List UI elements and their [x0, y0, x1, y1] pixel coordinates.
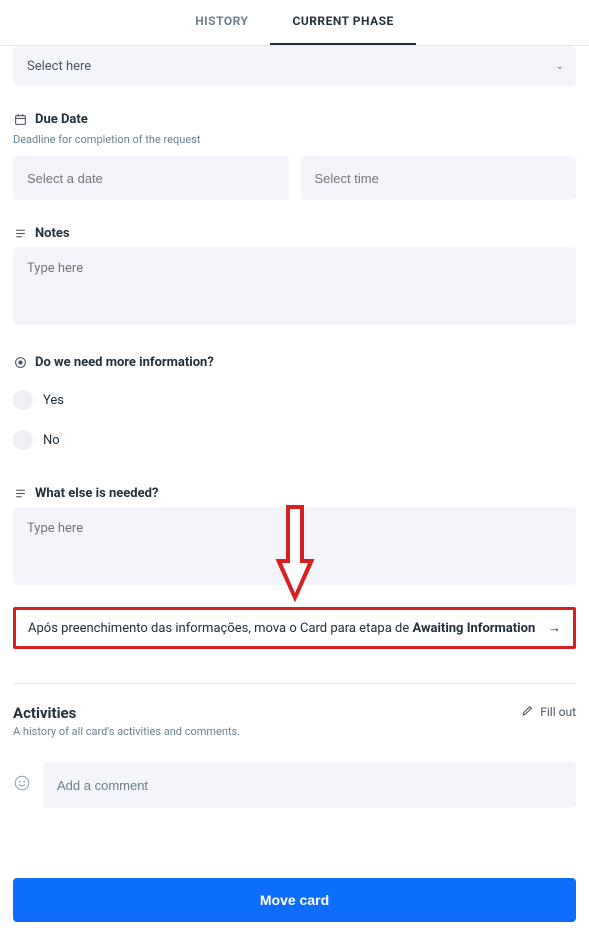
select-placeholder: Select here — [27, 59, 91, 74]
activities-section: Activities A history of all card's activ… — [13, 683, 576, 808]
callout-text: Após preenchimento das informações, mova… — [28, 621, 535, 636]
due-date-field: Due Date Deadline for completion of the … — [13, 112, 576, 200]
radio-no[interactable]: No — [13, 420, 576, 460]
due-date-desc: Deadline for completion of the request — [13, 133, 576, 146]
notes-icon — [13, 227, 27, 241]
arrow-right-icon: → — [548, 620, 561, 636]
radio-circle-icon — [13, 390, 33, 410]
chevron-down-icon: ⌄ — [556, 61, 564, 72]
pencil-icon — [521, 704, 534, 720]
notes-field: Notes — [13, 226, 576, 329]
text-icon — [13, 487, 27, 501]
fill-out-button[interactable]: Fill out — [521, 704, 576, 720]
radio-yes[interactable]: Yes — [13, 380, 576, 420]
smile-icon — [13, 774, 31, 796]
tab-current-phase[interactable]: CURRENT PHASE — [270, 0, 415, 45]
notes-input[interactable] — [13, 247, 576, 325]
annotation-arrow-icon — [273, 502, 317, 606]
activities-subtitle: A history of all card's activities and c… — [13, 725, 240, 738]
move-callout[interactable]: Após preenchimento das informações, mova… — [13, 607, 576, 649]
what-else-label: What else is needed? — [35, 486, 158, 501]
more-info-field: Do we need more information? Yes No — [13, 355, 576, 460]
tab-history[interactable]: HISTORY — [173, 0, 270, 45]
more-info-label: Do we need more information? — [35, 355, 214, 370]
move-card-button[interactable]: Move card — [13, 878, 576, 922]
notes-label: Notes — [35, 226, 70, 241]
select-field[interactable]: Select here ⌄ — [13, 46, 576, 86]
radio-yes-label: Yes — [43, 393, 64, 408]
radio-icon — [13, 356, 27, 370]
comment-input[interactable] — [43, 762, 576, 808]
radio-circle-icon — [13, 430, 33, 450]
due-date-label: Due Date — [35, 112, 88, 127]
calendar-icon — [13, 113, 27, 127]
radio-no-label: No — [43, 433, 60, 448]
due-date-input[interactable] — [13, 156, 289, 200]
phase-tabs: HISTORY CURRENT PHASE — [0, 0, 589, 46]
activities-title: Activities — [13, 704, 240, 722]
due-time-input[interactable] — [301, 156, 577, 200]
